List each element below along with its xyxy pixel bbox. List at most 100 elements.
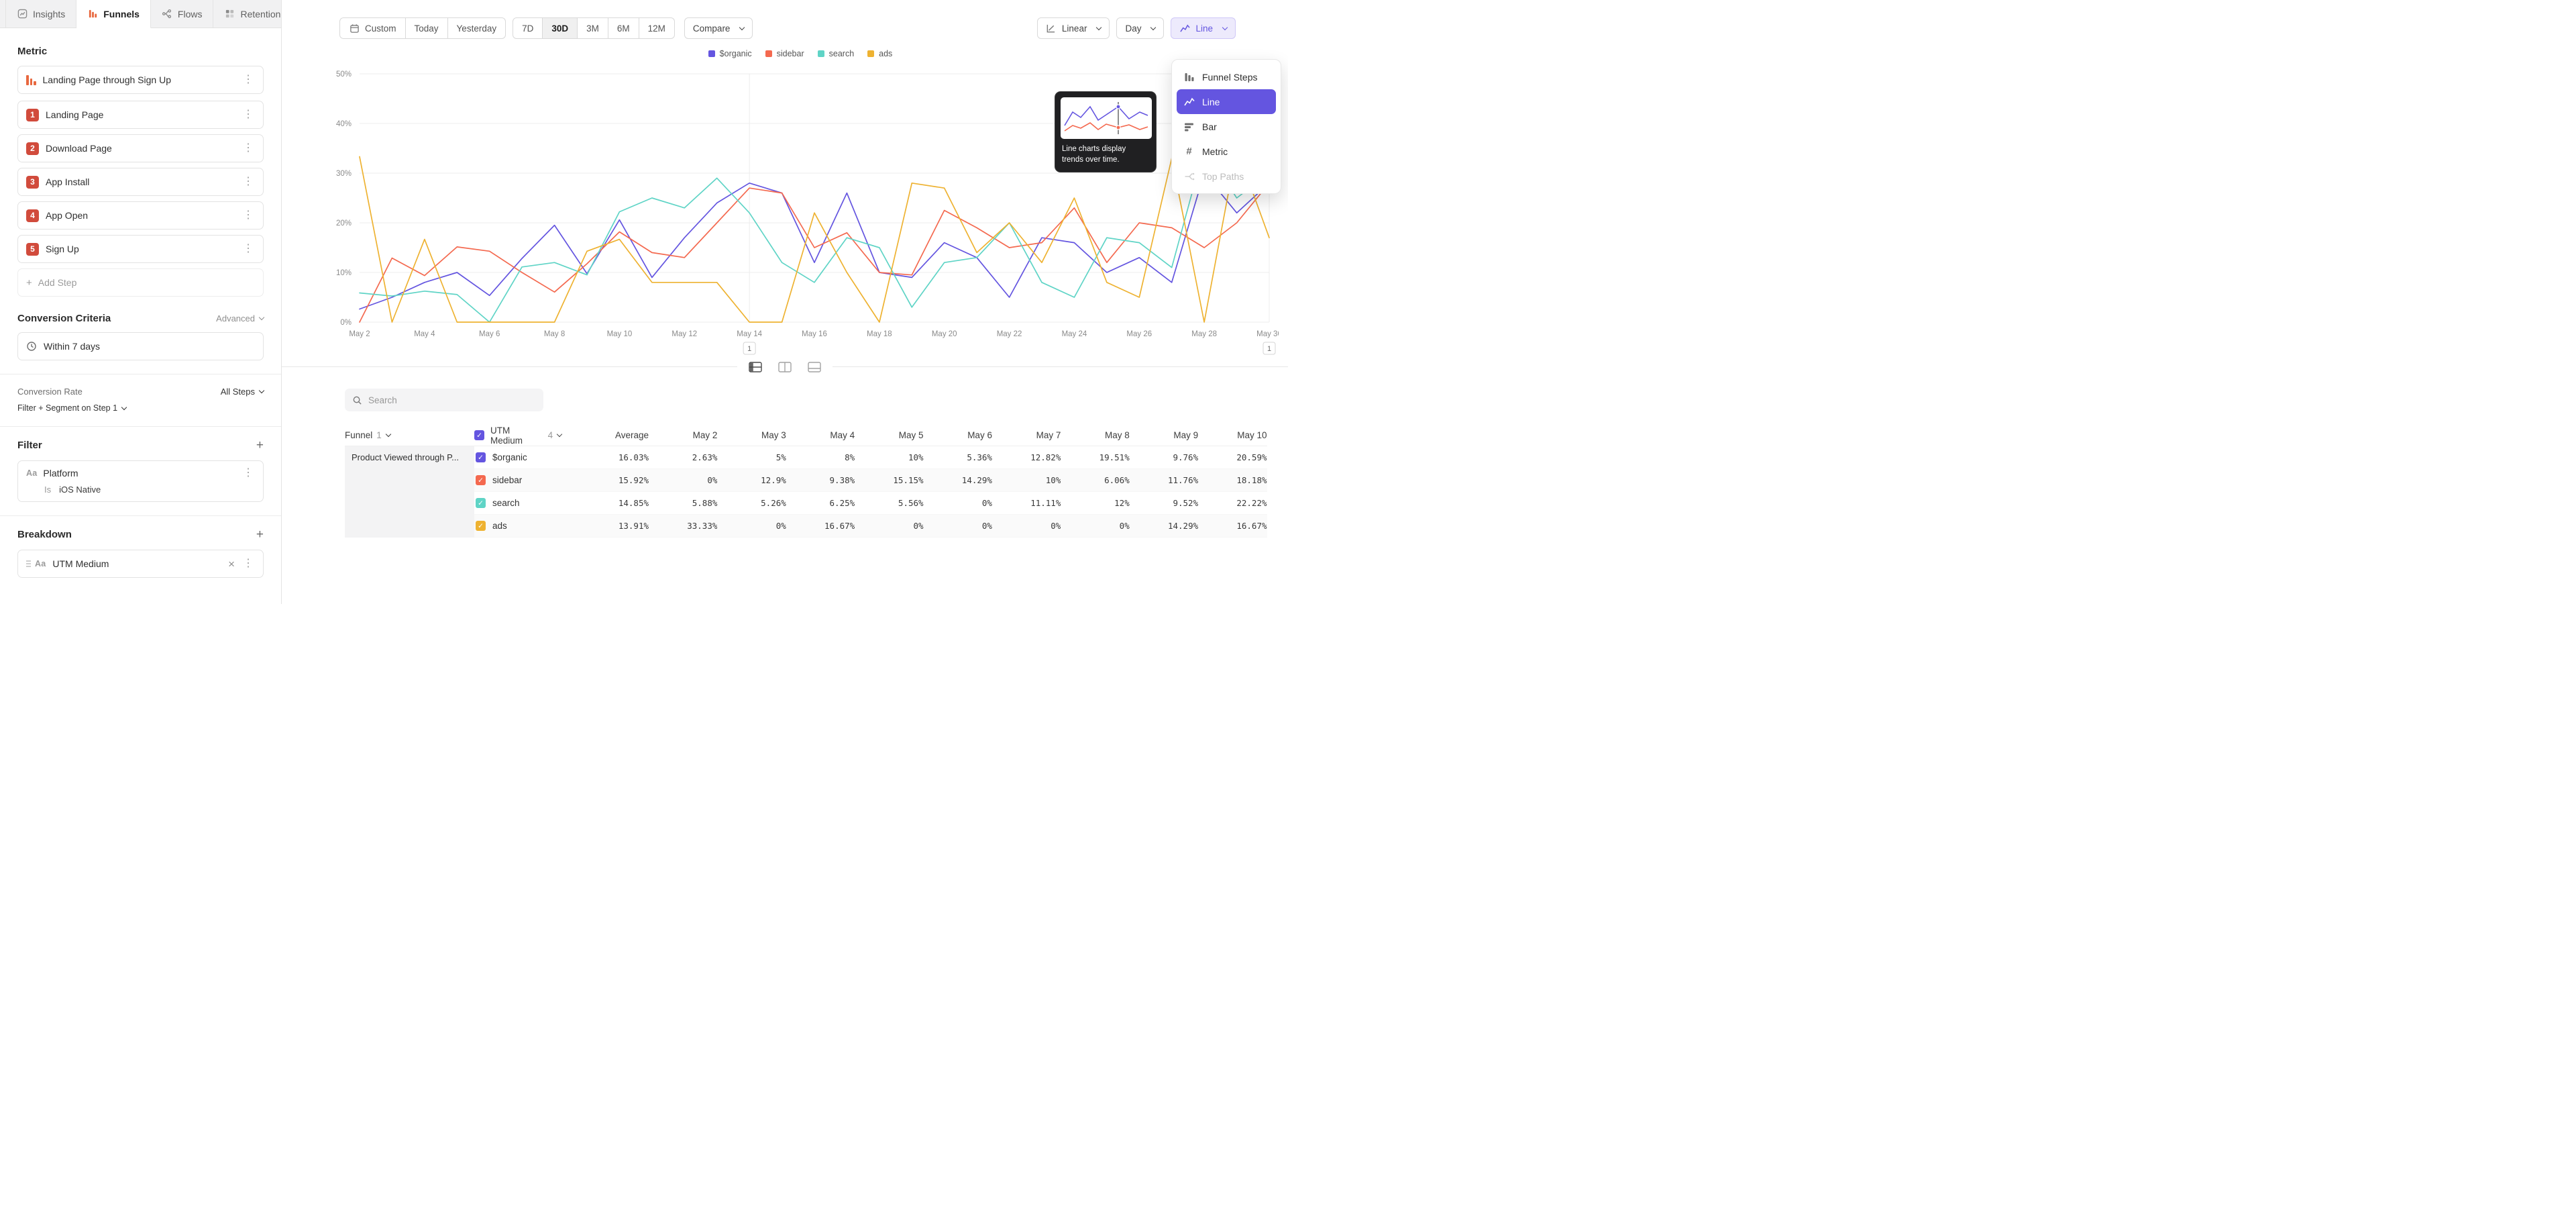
day-value-cell: 20.59%	[1198, 446, 1267, 469]
layout-bottom-panel-button[interactable]	[804, 359, 824, 375]
kebab-menu-icon[interactable]: ⋮	[241, 143, 255, 154]
row-name-cell[interactable]: ✓search	[474, 492, 561, 515]
kebab-menu-icon[interactable]: ⋮	[241, 558, 255, 569]
kebab-menu-icon[interactable]: ⋮	[241, 468, 255, 479]
range-button-6m[interactable]: 6M	[608, 17, 639, 39]
funnel-column-header[interactable]: Funnel 1	[345, 425, 474, 446]
scale-dropdown[interactable]: Linear	[1037, 17, 1110, 39]
day-value-cell: 10%	[855, 446, 923, 469]
add-step-button[interactable]: + Add Step	[17, 268, 264, 297]
day-column-header[interactable]: May 6	[924, 425, 992, 446]
today-button[interactable]: Today	[406, 17, 448, 39]
menu-item-metric[interactable]: #Metric	[1177, 139, 1276, 164]
yesterday-button[interactable]: Yesterday	[448, 17, 506, 39]
remove-breakdown-icon[interactable]: ×	[228, 558, 235, 570]
series-line-$organic[interactable]	[360, 173, 1269, 309]
kebab-menu-icon[interactable]: ⋮	[241, 210, 255, 221]
annotation-marker[interactable]: 1	[743, 342, 755, 354]
row-checkbox[interactable]: ✓	[476, 475, 486, 485]
search-input[interactable]	[368, 395, 536, 405]
funnel-step-card[interactable]: 5Sign Up⋮	[17, 235, 264, 263]
menu-item-label: Line	[1202, 97, 1220, 107]
search-box[interactable]	[345, 389, 543, 411]
search-icon	[352, 395, 362, 405]
day-column-header[interactable]: May 4	[786, 425, 855, 446]
legend-item[interactable]: search	[818, 49, 855, 58]
day-column-header[interactable]: May 10	[1198, 425, 1267, 446]
kebab-menu-icon[interactable]: ⋮	[241, 74, 255, 85]
day-column-header[interactable]: May 3	[717, 425, 786, 446]
menu-item-label: Metric	[1202, 146, 1228, 157]
x-axis-labels: May 2May 4May 6May 8May 10May 12May 14Ma…	[349, 330, 1279, 338]
filter-segment-dropdown[interactable]: Filter + Segment on Step 1	[17, 403, 264, 413]
day-column-header[interactable]: May 9	[1130, 425, 1198, 446]
row-name-cell[interactable]: ✓sidebar	[474, 469, 561, 492]
compare-button[interactable]: Compare	[684, 17, 753, 39]
funnel-title: Landing Page through Sign Up	[43, 74, 171, 85]
tab-insights[interactable]: Insights	[5, 0, 76, 28]
menu-item-bar[interactable]: Bar	[1177, 114, 1276, 139]
legend-item[interactable]: ads	[867, 49, 892, 58]
day-column-header[interactable]: May 2	[649, 425, 717, 446]
day-column-header[interactable]: May 5	[855, 425, 923, 446]
range-button-30d[interactable]: 30D	[543, 17, 578, 39]
annotation-marker[interactable]: 1	[1263, 342, 1275, 354]
filter-operator[interactable]: Is	[44, 485, 51, 495]
row-checkbox[interactable]: ✓	[476, 452, 486, 462]
row-checkbox[interactable]: ✓	[476, 498, 486, 508]
funnel-step-card[interactable]: 4App Open⋮	[17, 201, 264, 230]
funnel-step-card[interactable]: 3App Install⋮	[17, 168, 264, 196]
range-button-12m[interactable]: 12M	[639, 17, 675, 39]
filter-property-card[interactable]: Aa Platform ⋮ Is iOS Native	[17, 460, 264, 502]
tab-retention[interactable]: Retention	[213, 0, 292, 28]
range-button-3m[interactable]: 3M	[578, 17, 608, 39]
table-group-cell[interactable]: Product Viewed through P...	[345, 446, 474, 538]
legend-item[interactable]: sidebar	[765, 49, 804, 58]
kebab-menu-icon[interactable]: ⋮	[241, 177, 255, 187]
series-line-ads[interactable]	[360, 148, 1269, 322]
breakdown-column-header[interactable]: ✓ UTM Medium 4	[474, 425, 561, 446]
kebab-menu-icon[interactable]: ⋮	[241, 244, 255, 254]
row-checkbox[interactable]: ✓	[476, 521, 486, 531]
tab-flows[interactable]: Flows	[151, 0, 214, 28]
funnel-step-card[interactable]: 2Download Page⋮	[17, 134, 264, 162]
funnel-header-count: 1	[376, 430, 382, 440]
day-column-header[interactable]: May 7	[992, 425, 1061, 446]
menu-item-funnel-steps[interactable]: Funnel Steps	[1177, 64, 1276, 89]
add-filter-button[interactable]: +	[256, 439, 264, 452]
funnel-title-card[interactable]: Landing Page through Sign Up ⋮	[17, 66, 264, 94]
conversion-rate-label: Conversion Rate	[17, 387, 83, 397]
conversion-window-card[interactable]: Within 7 days	[17, 332, 264, 360]
interval-dropdown[interactable]: Day	[1116, 17, 1164, 39]
tab-funnels[interactable]: Funnels	[76, 0, 151, 28]
row-name-cell[interactable]: ✓$organic	[474, 446, 561, 469]
range-button-7d[interactable]: 7D	[513, 17, 543, 39]
chevron-down-icon	[1150, 24, 1156, 30]
series-line-search[interactable]	[360, 148, 1269, 322]
filter-value[interactable]: iOS Native	[59, 485, 101, 495]
chart-legend: $organic sidebar search ads	[313, 47, 1288, 60]
day-column-header[interactable]: May 8	[1061, 425, 1129, 446]
advanced-dropdown[interactable]: Advanced	[216, 313, 264, 323]
breakdown-property-card[interactable]: Aa UTM Medium × ⋮	[17, 550, 264, 578]
funnel-step-card[interactable]: 1Landing Page⋮	[17, 101, 264, 129]
legend-label: search	[829, 49, 855, 58]
series-line-sidebar[interactable]	[360, 183, 1269, 322]
menu-item-line[interactable]: Line	[1177, 89, 1276, 114]
row-name-cell[interactable]: ✓ads	[474, 515, 561, 538]
kebab-menu-icon[interactable]: ⋮	[241, 109, 255, 120]
drag-handle-icon[interactable]	[26, 560, 31, 567]
chart-type-dropdown[interactable]: Line	[1171, 17, 1236, 39]
layout-split-rows-button[interactable]	[745, 359, 765, 375]
x-axis-tick: May 20	[932, 330, 957, 338]
layout-columns-button[interactable]	[775, 359, 795, 375]
day-value-cell: 0%	[649, 469, 717, 492]
select-all-checkbox[interactable]: ✓	[474, 430, 484, 440]
add-breakdown-button[interactable]: +	[256, 528, 264, 541]
tab-label: Insights	[33, 9, 65, 19]
average-column-header[interactable]: Average	[561, 425, 649, 446]
custom-date-button[interactable]: Custom	[339, 17, 406, 39]
legend-item[interactable]: $organic	[708, 49, 752, 58]
all-steps-dropdown[interactable]: All Steps	[221, 387, 264, 397]
day-value-cell: 33.33%	[649, 515, 717, 538]
